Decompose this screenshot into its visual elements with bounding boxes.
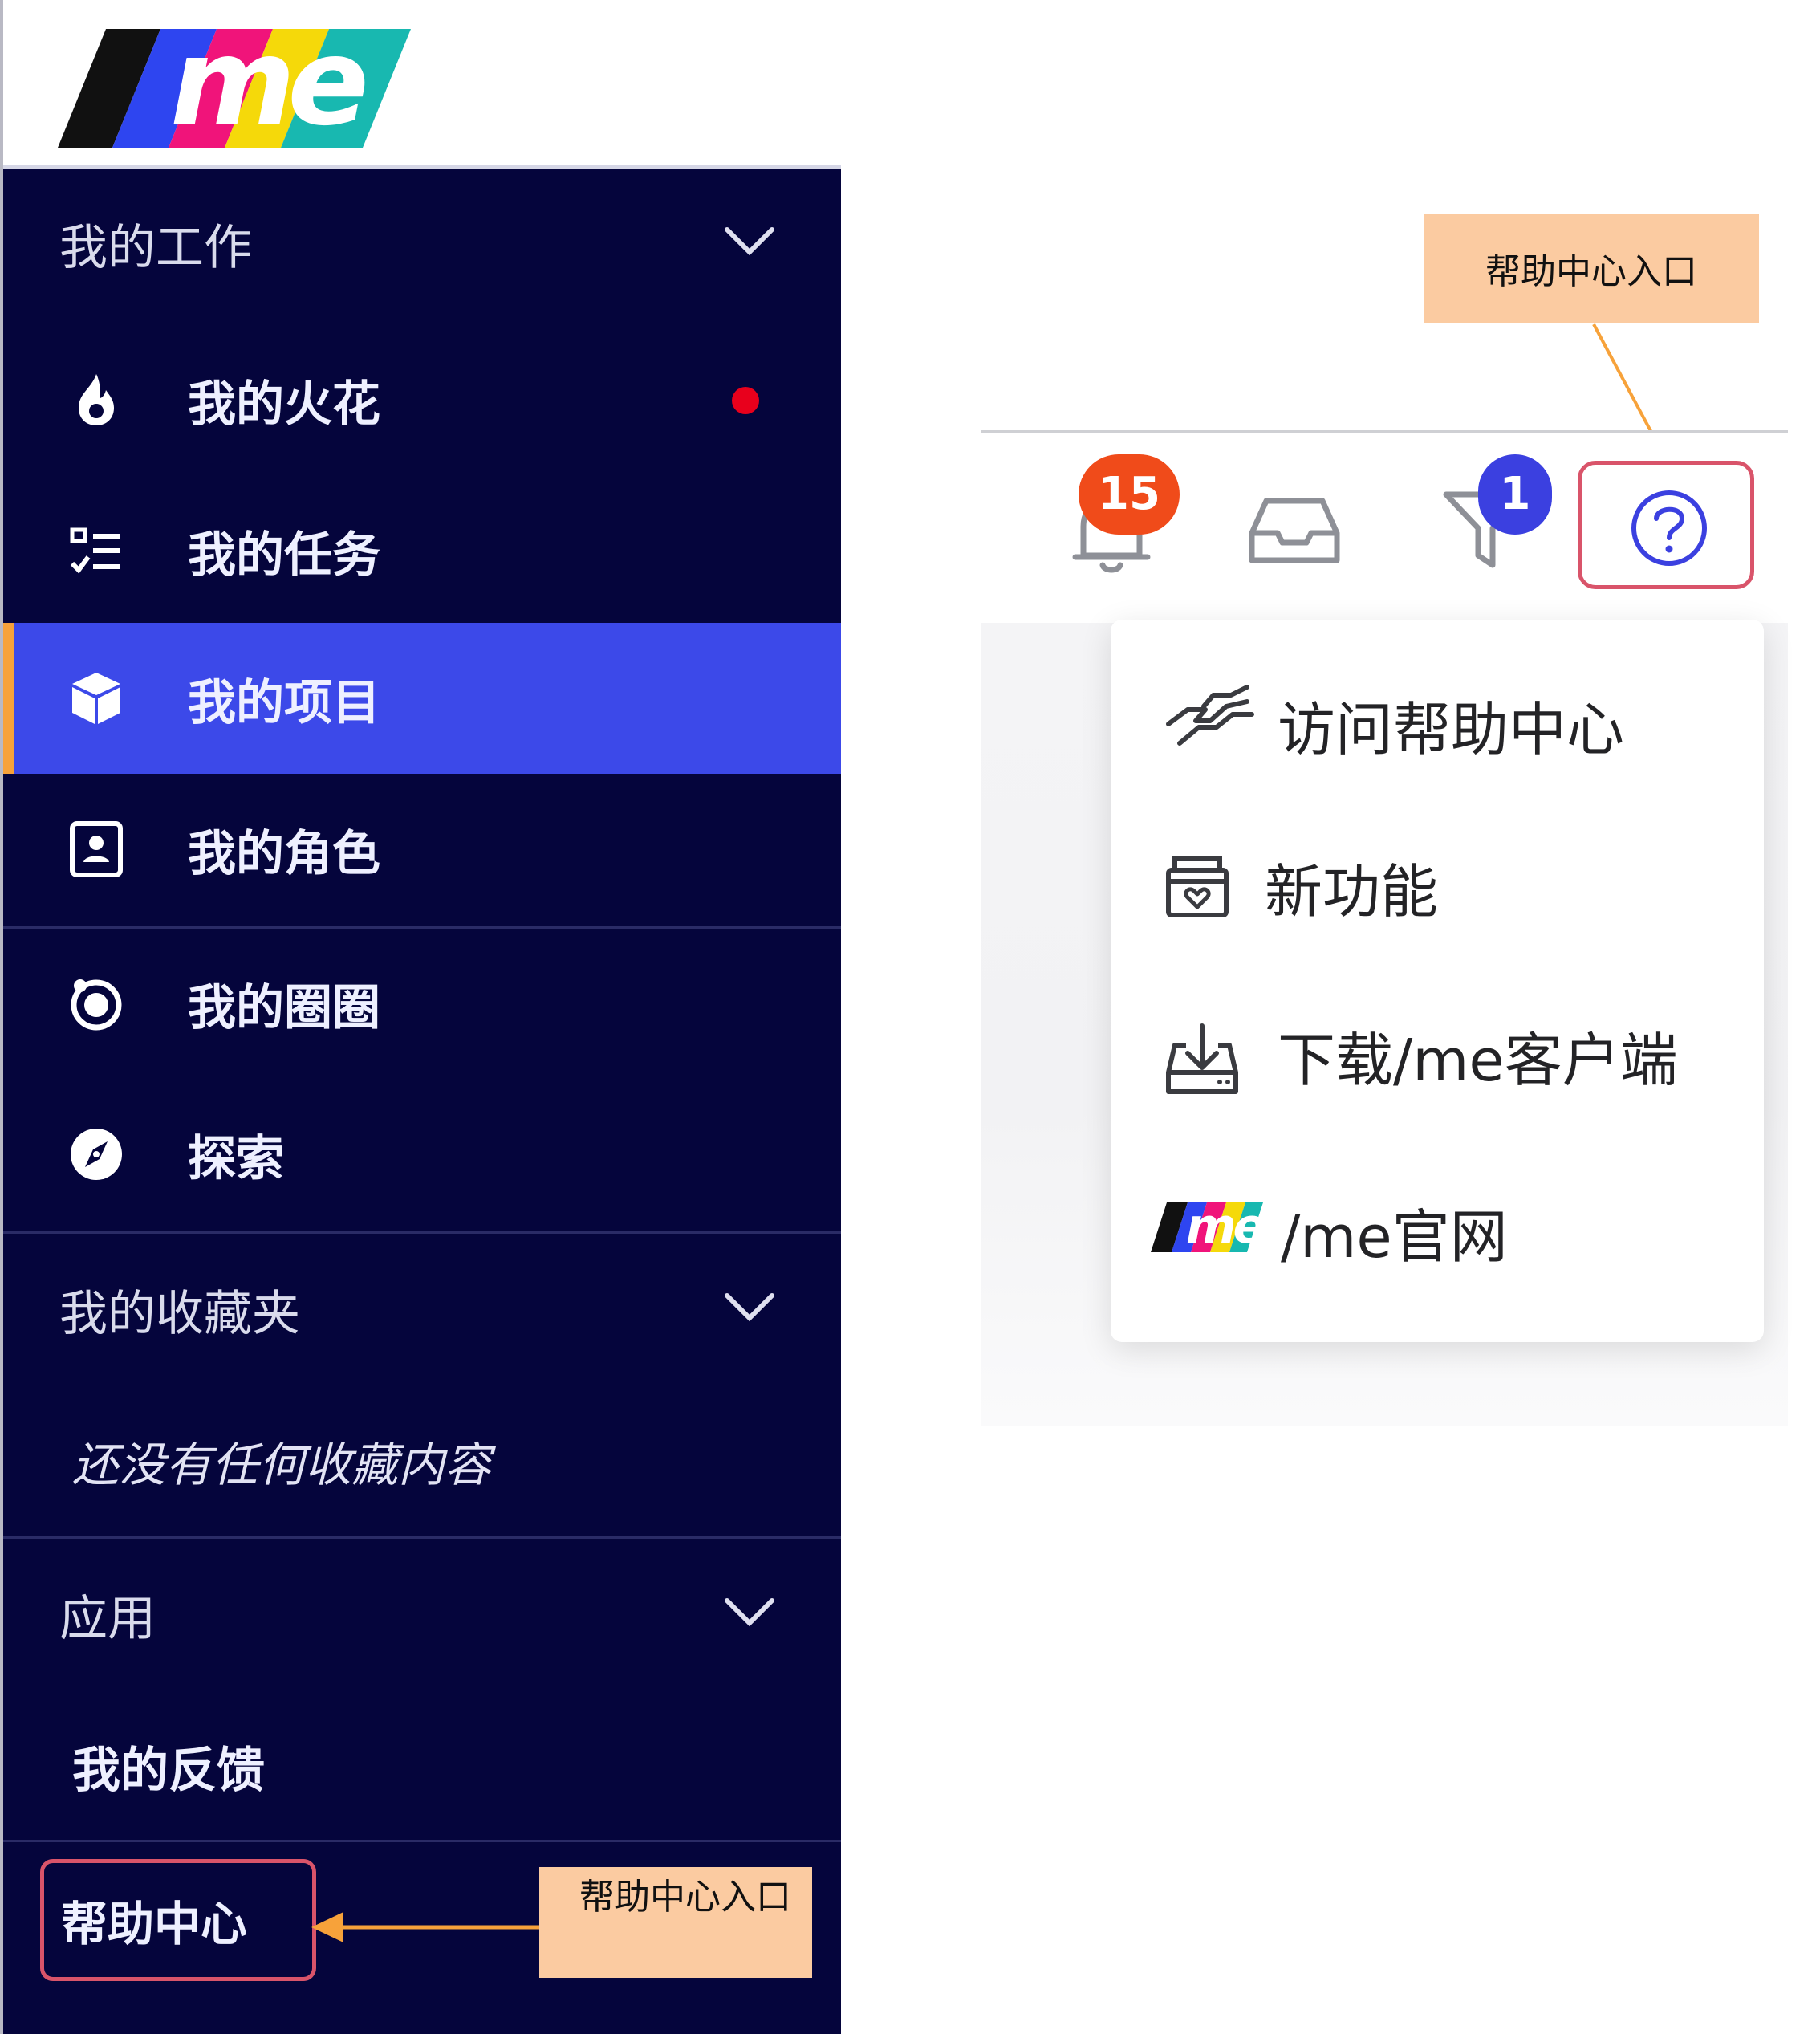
sidebar-item-label: 我的圈圈 [188, 979, 380, 1036]
sidebar-item-label: 我的反馈 [72, 1742, 265, 1799]
sidebar-item-tasks[interactable]: 我的任务 [3, 475, 841, 626]
cube-icon [72, 673, 120, 724]
chevron-down-icon [725, 1598, 774, 1627]
chevron-down-icon [725, 1293, 774, 1322]
circle-icon [71, 979, 122, 1031]
menu-item-label: 下载/me客户端 [1278, 1027, 1678, 1094]
sidebar-item-roles[interactable]: 我的角色 [3, 774, 841, 925]
sidebar-item-circles[interactable]: 我的圈圈 [3, 928, 841, 1079]
inbox-icon[interactable] [1247, 494, 1342, 567]
sidebar-item-label: 我的任务 [188, 527, 380, 584]
callout-help-entry-top: 帮助中心入口 [1424, 214, 1759, 323]
section-my-work[interactable]: 我的工作 [3, 167, 841, 319]
divider [3, 1840, 841, 1842]
help-dropdown-menu: 访问帮助中心 新功能 下载/me客户端 me /me官网 [1111, 620, 1764, 1342]
me-logo-icon[interactable]: me [58, 29, 411, 148]
callout-text: 帮助中心入口 [1485, 251, 1697, 292]
sidebar-item-projects[interactable]: 我的项目 [3, 623, 841, 774]
task-list-icon [70, 527, 120, 574]
sidebar-item-label: 我的火花 [188, 376, 380, 433]
menu-item-official-site[interactable]: me /me官网 [1111, 1169, 1764, 1329]
menu-item-new-features[interactable]: 新功能 [1111, 812, 1764, 973]
menu-item-label: 访问帮助中心 [1278, 696, 1625, 763]
notification-count-badge: 15 [1079, 454, 1180, 535]
filter-count-badge: 1 [1478, 454, 1552, 535]
section-title: 我的工作 [59, 219, 252, 276]
help-button-highlight [1578, 461, 1754, 589]
callout-arrow [311, 1912, 549, 1942]
handshake-icon [1166, 685, 1254, 746]
logo-bar: me [3, 0, 841, 169]
sidebar-item-label: 探索 [188, 1130, 284, 1187]
section-favorites[interactable]: 我的收藏夹 [3, 1233, 841, 1385]
chevron-down-icon [725, 227, 774, 256]
callout-text: 帮助中心入口 [579, 1877, 791, 1918]
menu-item-visit-help-center[interactable]: 访问帮助中心 [1111, 634, 1764, 795]
sidebar-item-label: 我的角色 [188, 825, 380, 882]
me-logo-icon: me [1151, 1202, 1263, 1252]
menu-item-label: 新功能 [1265, 858, 1439, 925]
download-icon [1166, 1023, 1238, 1094]
svg-text:me: me [1186, 1202, 1263, 1252]
id-card-icon [70, 821, 123, 877]
menu-item-download-client[interactable]: 下载/me客户端 [1111, 991, 1764, 1151]
sidebar-item-help-center[interactable]: 帮助中心 [61, 1886, 247, 1954]
favorites-empty-text: 还没有任何收藏内容 [3, 1385, 841, 1536]
sidebar-item-sparks[interactable]: 我的火花 [3, 324, 841, 475]
sidebar-item-label: 我的项目 [188, 674, 380, 731]
menu-item-label: /me官网 [1281, 1203, 1508, 1271]
sidebar-item-explore[interactable]: 探索 [3, 1079, 841, 1230]
section-apps[interactable]: 应用 [3, 1538, 841, 1690]
gift-box-icon [1166, 856, 1229, 917]
flame-icon [79, 374, 114, 425]
callout-help-entry-bottom: 帮助中心入口 [539, 1867, 812, 1978]
empty-state-label: 还没有任何收藏内容 [72, 1438, 492, 1492]
sidebar: me 我的工作 我的火花 我的任务 我的项目 我的角色 我的圈圈 探索 我的收藏… [0, 0, 841, 2034]
toolbar-divider [981, 430, 1788, 433]
sidebar-item-feedback[interactable]: 我的反馈 [3, 1690, 841, 1841]
compass-icon [71, 1129, 122, 1180]
notification-dot [732, 387, 759, 414]
section-title: 我的收藏夹 [59, 1285, 300, 1342]
section-title: 应用 [59, 1590, 156, 1647]
svg-text:me: me [170, 29, 365, 148]
